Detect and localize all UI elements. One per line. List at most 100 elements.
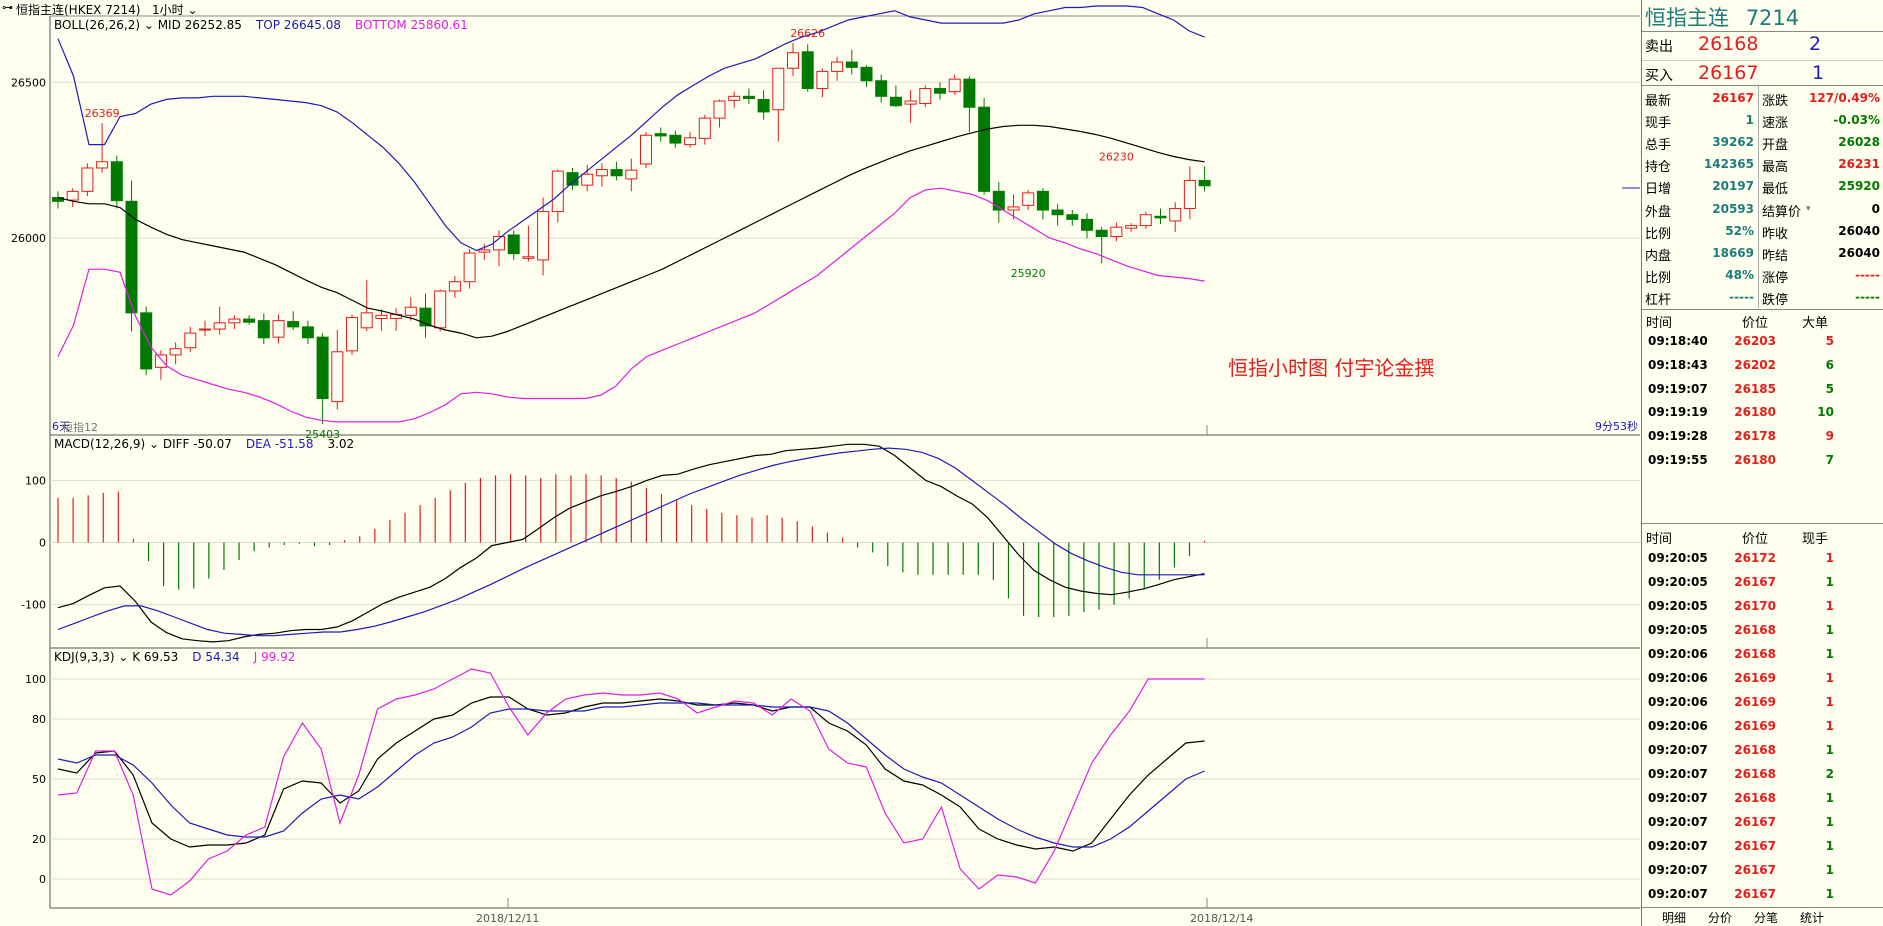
- candle-body: [1095, 229, 1108, 238]
- stat-value: 20593: [1712, 201, 1754, 216]
- tick-size: 1: [1825, 839, 1834, 853]
- order-size: 6: [1825, 357, 1834, 372]
- big-orders-header: 价位: [1742, 316, 1769, 331]
- tab-0[interactable]: 明细: [1662, 909, 1686, 926]
- candle-body: [463, 252, 476, 283]
- kdj-chevron-icon: ⌄: [115, 650, 133, 664]
- sell-label: 卖出: [1645, 39, 1673, 55]
- price-annotation: 25920: [1011, 267, 1046, 280]
- candle-body: [448, 281, 461, 292]
- stat-label: 昨结: [1762, 248, 1789, 264]
- divider: [1642, 85, 1883, 86]
- tab-1[interactable]: 分价: [1708, 909, 1732, 926]
- stat-label: 内盘: [1645, 248, 1672, 264]
- big-orders-header: 时间: [1646, 316, 1673, 331]
- boll-legend: BOLL(26,26,2) ⌄ MID 26252.85 TOP 26645.08…: [54, 18, 468, 32]
- candle-body: [728, 95, 741, 101]
- stat-value: 26028: [1838, 135, 1880, 150]
- macd-chevron-icon: ⌄: [145, 437, 163, 451]
- candle-body: [1051, 209, 1064, 216]
- candle-body: [199, 328, 211, 331]
- panel-symbol-code: 7214: [1745, 6, 1800, 30]
- candle-body: [522, 256, 535, 259]
- tick-price: 26167: [1734, 575, 1776, 589]
- macd-name: MACD(12,26,9): [54, 437, 145, 451]
- order-price: 26180: [1734, 453, 1776, 467]
- panel-title: 恒指主连 7214: [1645, 2, 1799, 32]
- candle-body: [537, 211, 550, 261]
- stat-label: 最低: [1762, 182, 1789, 198]
- candle-body: [140, 312, 153, 370]
- stat-value: 20197: [1712, 179, 1754, 194]
- order-time: 09:19:55: [1648, 453, 1708, 467]
- ticks-header: 时间: [1646, 532, 1673, 547]
- stat-label: 最高: [1762, 160, 1789, 176]
- panel-symbol-name: 恒指主连: [1645, 6, 1729, 30]
- candle-body: [301, 326, 314, 339]
- price-tick-label: 26500: [11, 76, 46, 89]
- kdj-k: K 69.53: [132, 650, 178, 664]
- order-price: 26203: [1734, 334, 1776, 348]
- stat-value: 26040: [1838, 245, 1880, 260]
- tick-size: 1: [1825, 719, 1834, 733]
- kdj-tick-label: 50: [32, 773, 46, 786]
- candle-body: [243, 318, 256, 323]
- sell-price[interactable]: 26168: [1698, 33, 1758, 55]
- candle-body: [698, 117, 711, 139]
- tick-price: 26169: [1734, 671, 1776, 685]
- candle-body: [934, 88, 946, 94]
- stat-label: 结算价: [1762, 204, 1802, 220]
- stat-value: 1: [1745, 113, 1754, 128]
- stat-label: 昨收: [1762, 226, 1789, 242]
- stat-value: 52%: [1725, 223, 1754, 238]
- tab-3[interactable]: 统计: [1800, 909, 1824, 926]
- candle-body: [889, 96, 902, 107]
- candle-body: [478, 249, 491, 253]
- order-time: 09:19:19: [1648, 405, 1708, 420]
- order-size: 10: [1817, 405, 1834, 420]
- candle-body: [1081, 218, 1093, 231]
- tab-2[interactable]: 分笔: [1754, 909, 1778, 926]
- tick-price: 26167: [1734, 839, 1776, 853]
- tick-size: 1: [1825, 599, 1834, 613]
- tick-price: 26170: [1734, 599, 1776, 613]
- candle-body: [507, 234, 520, 255]
- candle-body: [757, 98, 770, 113]
- tick-price: 26169: [1734, 695, 1776, 709]
- tick-time: 09:20:07: [1648, 839, 1708, 853]
- boll-mid-line: [57, 124, 1205, 339]
- stat-value: -----: [1855, 267, 1880, 282]
- boll-top: TOP 26645.08: [255, 18, 341, 32]
- candle-body: [669, 134, 682, 144]
- stat-value: 142365: [1703, 157, 1754, 172]
- stat-value: 0: [1871, 201, 1880, 216]
- chart-area[interactable]: 26000 26500 -100 0 100 0 20 50 80 100 26369 26626 2…: [0, 0, 1640, 926]
- candle-body: [1036, 190, 1049, 211]
- panel-tabs: 明细 分价 分笔 统计: [1642, 907, 1883, 926]
- tick-price: 26169: [1734, 719, 1776, 733]
- tick-time: 09:20:06: [1648, 719, 1708, 733]
- stat-value: 26231: [1838, 157, 1880, 172]
- symbol-watermark: 恒指12: [62, 420, 98, 434]
- macd-tick-label: -100: [21, 599, 46, 612]
- grid: 26000 26500 -100 0 100 0 20 50 80 100: [11, 76, 1640, 908]
- stat-value: -----: [1729, 289, 1754, 304]
- stat-label: 速涨: [1762, 116, 1789, 132]
- order-size: 5: [1825, 381, 1834, 396]
- kdj-j-line: [57, 668, 1205, 896]
- tick-size: 1: [1825, 695, 1834, 709]
- tick-size: 1: [1825, 575, 1834, 589]
- candle-body: [1183, 179, 1196, 209]
- buy-price[interactable]: 26167: [1698, 62, 1758, 84]
- sell-qty: 2: [1809, 33, 1822, 55]
- tick-size: 1: [1825, 815, 1834, 829]
- candle-body: [595, 169, 608, 177]
- candle-body: [713, 100, 726, 119]
- macd-dea: DEA -51.58: [246, 437, 314, 451]
- tick-price: 26168: [1734, 767, 1776, 781]
- tick-price: 26167: [1734, 887, 1776, 901]
- stat-value: 18669: [1712, 245, 1754, 260]
- stat-label: 持仓: [1645, 160, 1672, 176]
- candle-body: [257, 320, 270, 339]
- kdj-tick-label: 20: [32, 833, 46, 846]
